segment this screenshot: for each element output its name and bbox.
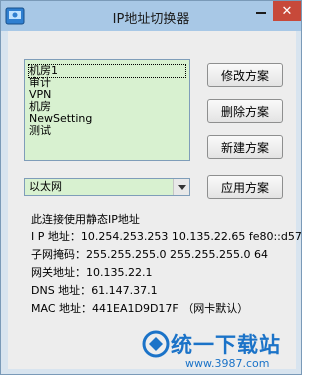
mac-row: MAC 地址：441EA1D9D17F （网卡默认） <box>31 300 248 316</box>
subnet-mask-row: 子网掩码：255.255.255.0 255.255.255.0 64 <box>31 246 268 262</box>
delete-profile-button[interactable]: 删除方案 <box>207 99 283 123</box>
adapter-select[interactable]: 以太网 <box>24 178 190 196</box>
watermark-logo-icon <box>142 330 170 358</box>
dns-row: DNS 地址：61.147.37.1 <box>31 282 158 298</box>
site-watermark: 统一下载站 www.3987.com <box>141 329 301 373</box>
modify-profile-button[interactable]: 修改方案 <box>207 63 283 87</box>
dns-value: 61.147.37.1 <box>91 284 158 297</box>
dns-label: DNS 地址： <box>31 284 92 297</box>
connection-status: 此连接使用静态IP地址 <box>31 213 140 226</box>
profile-list-item[interactable]: 审计 <box>29 77 185 89</box>
profile-list-item[interactable]: 机房1 <box>28 64 186 78</box>
app-window: IP地址切换器 ✕ 机房1 审计 VPN 机房 NewSetting 测试 修改… <box>0 0 302 375</box>
profile-list-item[interactable]: VPN <box>29 89 185 101</box>
profile-list-item[interactable]: 测试 <box>29 125 185 137</box>
watermark-url: www.3987.com <box>185 357 270 370</box>
ip-address-row: I P 地址：10.254.253.253 10.135.22.65 fe80:… <box>31 228 302 244</box>
ip-address-value: 10.254.253.253 10.135.22.65 fe80::d57 <box>80 230 302 243</box>
title-bar[interactable]: IP地址切换器 ✕ <box>1 1 301 31</box>
subnet-mask-value: 255.255.255.0 255.255.255.0 64 <box>86 248 268 261</box>
gateway-row: 网关地址：10.135.22.1 <box>31 264 152 280</box>
minimize-button[interactable] <box>249 1 273 21</box>
mac-label: MAC 地址： <box>31 302 92 315</box>
profile-list-item[interactable]: NewSetting <box>29 113 185 125</box>
gateway-value: 10.135.22.1 <box>86 266 153 279</box>
chevron-down-icon[interactable] <box>173 179 189 195</box>
watermark-brand: 统一下载站 <box>171 333 281 357</box>
close-icon: ✕ <box>281 3 293 19</box>
adapter-select-value: 以太网 <box>29 180 62 193</box>
gateway-label: 网关地址： <box>31 266 86 279</box>
close-button[interactable]: ✕ <box>273 1 301 21</box>
mac-value: 441EA1D9D17F （网卡默认） <box>92 302 249 315</box>
new-profile-button[interactable]: 新建方案 <box>207 135 283 159</box>
ip-address-label: I P 地址： <box>31 230 81 243</box>
apply-profile-button[interactable]: 应用方案 <box>207 175 283 199</box>
profile-list[interactable]: 机房1 审计 VPN 机房 NewSetting 测试 <box>24 59 190 161</box>
subnet-mask-label: 子网掩码： <box>31 248 86 261</box>
